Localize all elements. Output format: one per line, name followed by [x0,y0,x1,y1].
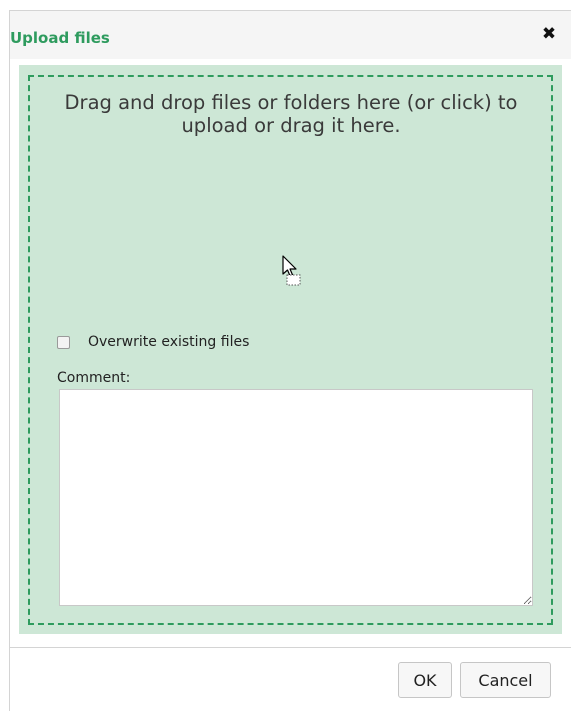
comment-label: Comment: [57,370,131,386]
cancel-button[interactable]: Cancel [460,662,551,698]
overwrite-option: Overwrite existing files [57,333,249,351]
overwrite-checkbox[interactable] [57,335,70,349]
ok-button[interactable]: OK [398,662,452,698]
drag-copy-cursor-icon [282,255,301,286]
comment-textarea[interactable] [59,389,533,606]
dialog-titlebar: Upload files ✖ [10,11,571,59]
drop-zone-instructions: Drag and drop files or folders here (or … [64,91,518,137]
upload-files-dialog: Upload files ✖ Drag and drop files or fo… [9,10,571,711]
dialog-title: Upload files [10,29,110,47]
close-icon[interactable]: ✖ [540,25,558,43]
drop-zone[interactable]: Drag and drop files or folders here (or … [19,65,562,634]
overwrite-label: Overwrite existing files [88,334,250,350]
footer-divider [10,647,571,648]
